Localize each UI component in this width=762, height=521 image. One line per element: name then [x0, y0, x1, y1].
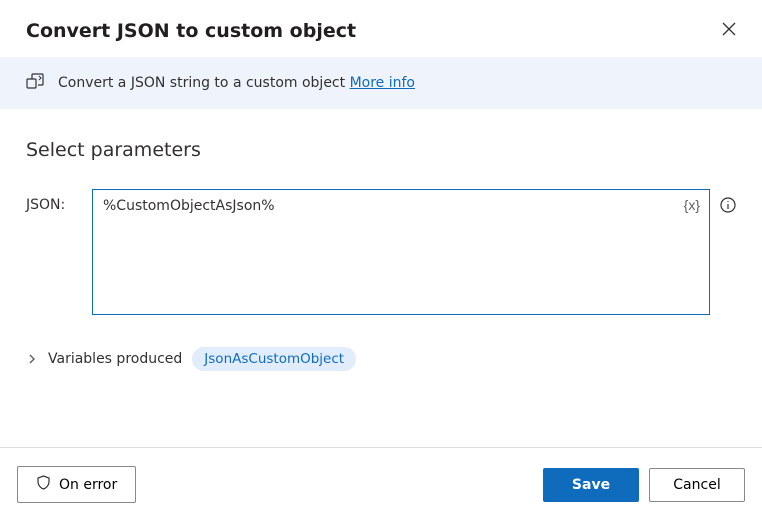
close-button[interactable] [718, 18, 740, 43]
more-info-link[interactable]: More info [350, 75, 415, 91]
content-area: Select parameters JSON: {x} Variables pr… [0, 109, 762, 447]
info-description-text: Convert a JSON string to a custom object [58, 75, 350, 91]
section-title: Select parameters [26, 139, 736, 161]
chevron-right-icon[interactable] [26, 353, 38, 365]
json-textarea-wrap: {x} [92, 189, 710, 319]
info-bar: Convert a JSON string to a custom object… [0, 57, 762, 109]
variable-insert-button[interactable]: {x} [684, 197, 700, 213]
json-param-row: JSON: {x} [26, 189, 736, 319]
cancel-button[interactable]: Cancel [649, 468, 745, 502]
variables-produced-row: Variables produced JsonAsCustomObject [26, 347, 736, 371]
shield-icon [36, 475, 51, 494]
dialog-header: Convert JSON to custom object [0, 0, 762, 57]
json-input[interactable] [92, 189, 710, 315]
footer-actions: Save Cancel [543, 468, 745, 502]
dialog-footer: On error Save Cancel [0, 447, 762, 521]
json-label: JSON: [26, 189, 82, 213]
save-button[interactable]: Save [543, 468, 639, 502]
variable-chip[interactable]: JsonAsCustomObject [192, 347, 356, 371]
variables-produced-label: Variables produced [48, 351, 182, 367]
on-error-button[interactable]: On error [17, 466, 136, 503]
info-icon[interactable] [720, 197, 736, 217]
convert-icon [26, 71, 46, 95]
on-error-label: On error [59, 477, 117, 493]
info-description: Convert a JSON string to a custom object… [58, 75, 415, 91]
close-icon [722, 22, 736, 39]
dialog-title: Convert JSON to custom object [26, 20, 356, 42]
